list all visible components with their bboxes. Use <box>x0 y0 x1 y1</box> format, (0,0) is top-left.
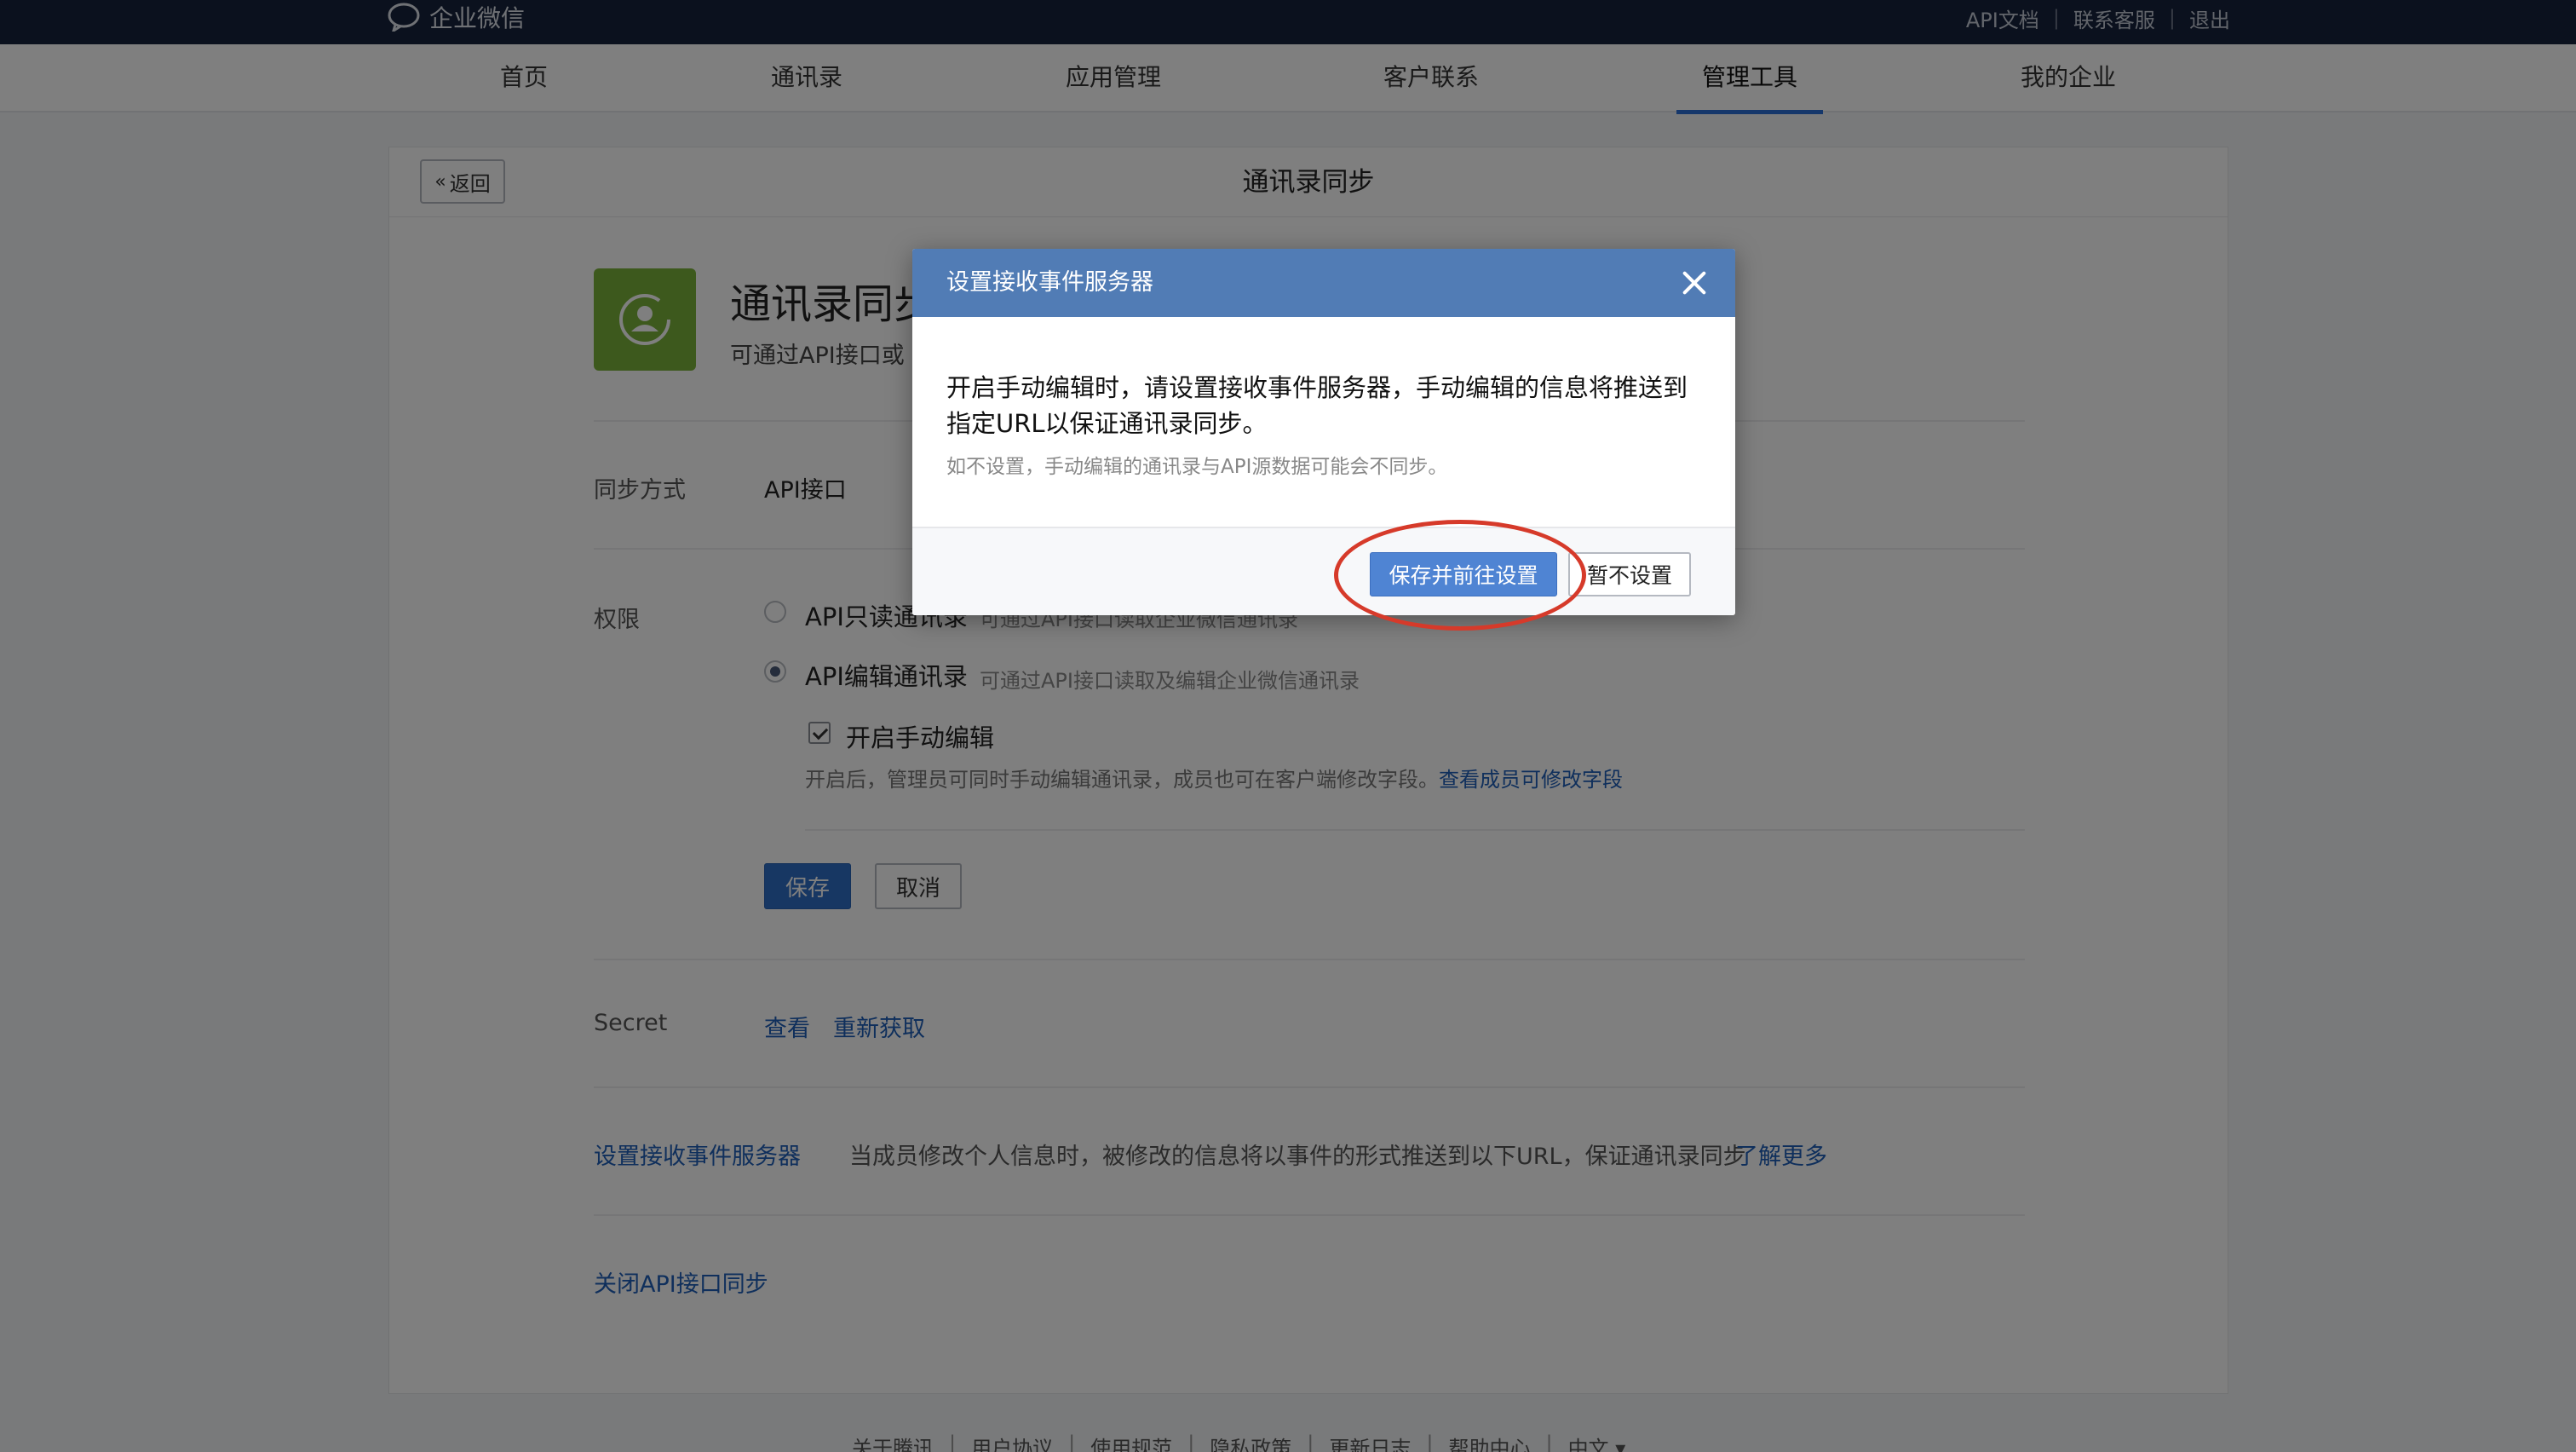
annotation-highlight-ellipse <box>1334 520 1586 631</box>
dialog-note: 如不设置，手动编辑的通讯录与API源数据可能会不同步。 <box>946 456 1448 478</box>
event-server-dialog: 设置接收事件服务器 开启手动编辑时，请设置接收事件服务器，手动编辑的信息将推送到… <box>912 249 1735 615</box>
dialog-message: 开启手动编辑时，请设置接收事件服务器，手动编辑的信息将推送到指定URL以保证通讯… <box>946 373 1688 438</box>
skip-setup-button[interactable]: 暂不设置 <box>1568 552 1691 596</box>
dialog-header: 设置接收事件服务器 <box>912 249 1735 317</box>
dialog-title: 设置接收事件服务器 <box>946 269 1153 296</box>
close-icon[interactable] <box>1679 268 1710 298</box>
dialog-footer: 保存并前往设置 暂不设置 <box>912 527 1735 615</box>
modal-overlay <box>0 0 2576 1452</box>
